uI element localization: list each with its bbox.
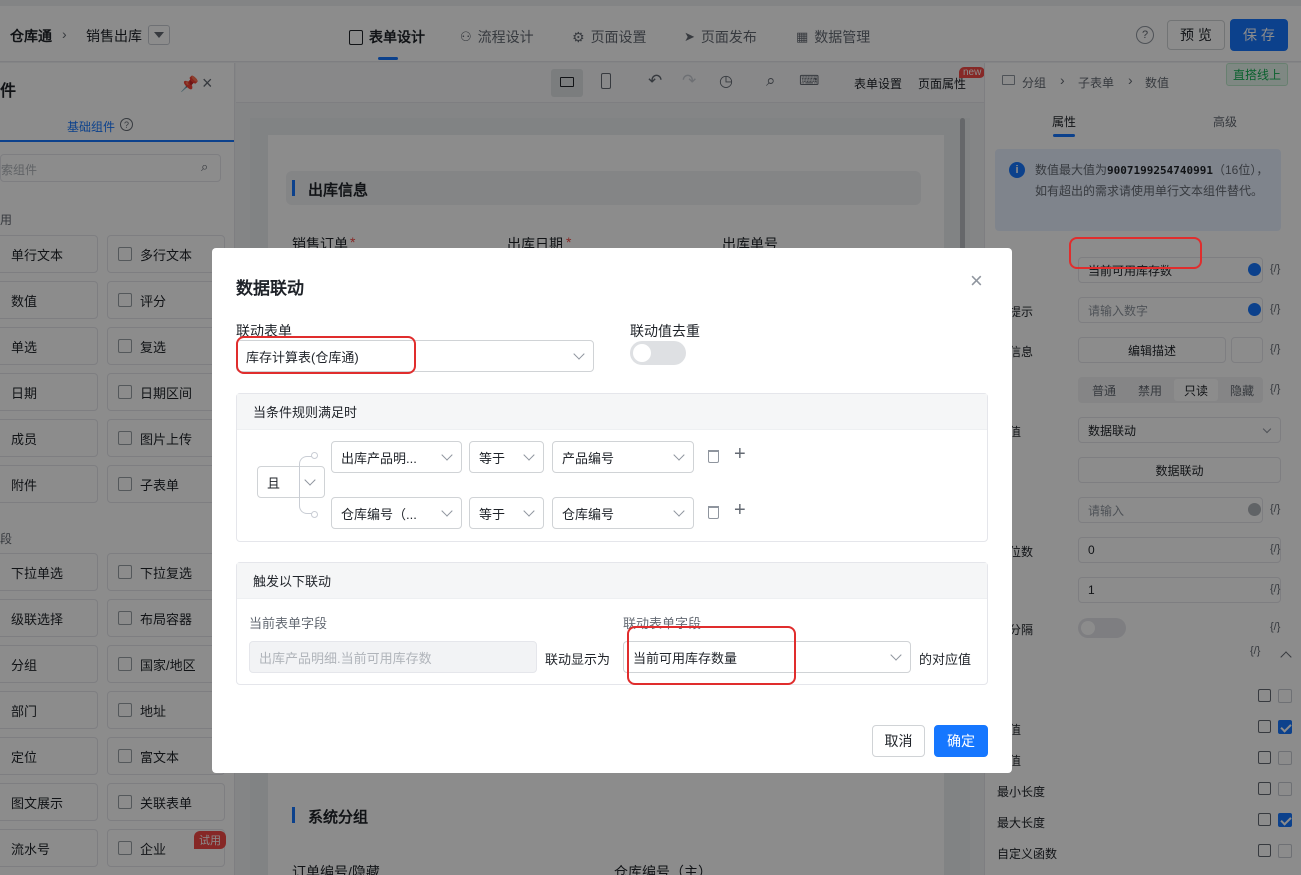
link-field-select[interactable]: 当前可用库存数量 bbox=[623, 641, 911, 673]
condition-operator-select[interactable]: 等于 bbox=[469, 441, 544, 473]
condition-operator-select-value: 等于 bbox=[479, 506, 506, 522]
condition-operator-select-value: 等于 bbox=[479, 450, 506, 466]
cancel-button[interactable]: 取消 bbox=[872, 725, 925, 757]
chevron-down-icon bbox=[441, 449, 453, 461]
link-form-label: 联动表单 bbox=[236, 323, 292, 339]
bracket-dot bbox=[311, 511, 318, 518]
close-icon[interactable]: × bbox=[970, 268, 983, 294]
trigger-section: 触发以下联动 当前表单字段 联动表单字段 出库产品明细.当前可用库存数 联动显示… bbox=[236, 562, 988, 685]
logic-value: 且 bbox=[267, 475, 281, 491]
chevron-down-icon bbox=[573, 348, 585, 360]
plus-icon[interactable]: + bbox=[734, 499, 746, 522]
trash-icon[interactable] bbox=[708, 450, 719, 463]
current-field-label: 当前表单字段 bbox=[249, 616, 328, 631]
condition-value-select[interactable]: 仓库编号 bbox=[552, 497, 694, 529]
condition-field-select-value: 出库产品明... bbox=[341, 450, 417, 466]
condition-value-select[interactable]: 产品编号 bbox=[552, 441, 694, 473]
condition-section: 当条件规则满足时 且 出库产品明... 等于 产品编号 + 仓库编号（... 等于 仓库编号… bbox=[236, 393, 988, 542]
dedupe-label: 联动值去重 bbox=[630, 323, 700, 339]
trash-icon[interactable] bbox=[708, 506, 719, 519]
condition-operator-select[interactable]: 等于 bbox=[469, 497, 544, 529]
dialog-title: 数据联动 bbox=[236, 279, 304, 298]
condition-field-select[interactable]: 仓库编号（... bbox=[331, 497, 462, 529]
current-field-input: 出库产品明细.当前可用库存数 bbox=[249, 641, 537, 673]
current-field-value: 出库产品明细.当前可用库存数 bbox=[259, 650, 432, 666]
toggle-knob bbox=[633, 344, 651, 362]
chevron-down-icon bbox=[673, 505, 685, 517]
chevron-down-icon bbox=[441, 505, 453, 517]
condition-field-select[interactable]: 出库产品明... bbox=[331, 441, 462, 473]
condition-field-select-value: 仓库编号（... bbox=[341, 506, 417, 522]
data-linkage-dialog: 数据联动 × 联动表单 库存计算表(仓库通) 联动值去重 当条件规则满足时 且 … bbox=[212, 248, 1012, 773]
link-form-select[interactable]: 库存计算表(仓库通) bbox=[236, 340, 594, 372]
suffix-label: 的对应值 bbox=[919, 652, 972, 667]
condition-section-header: 当条件规则满足时 bbox=[237, 394, 987, 430]
link-field-label: 联动表单字段 bbox=[623, 616, 702, 631]
dedupe-toggle[interactable] bbox=[630, 341, 686, 365]
link-form-value: 库存计算表(仓库通) bbox=[246, 349, 359, 365]
trigger-section-header: 触发以下联动 bbox=[237, 563, 987, 599]
chevron-down-icon bbox=[673, 449, 685, 461]
condition-value-select-value: 产品编号 bbox=[562, 450, 615, 466]
chevron-down-icon bbox=[890, 649, 902, 661]
logic-bracket bbox=[299, 456, 317, 514]
link-field-value: 当前可用库存数量 bbox=[633, 650, 738, 666]
chevron-down-icon bbox=[523, 505, 535, 517]
plus-icon[interactable]: + bbox=[734, 443, 746, 466]
confirm-button[interactable]: 确定 bbox=[934, 725, 988, 757]
chevron-down-icon bbox=[523, 449, 535, 461]
bracket-dot bbox=[311, 452, 318, 459]
condition-value-select-value: 仓库编号 bbox=[562, 506, 615, 522]
display-as-label: 联动显示为 bbox=[545, 652, 611, 667]
